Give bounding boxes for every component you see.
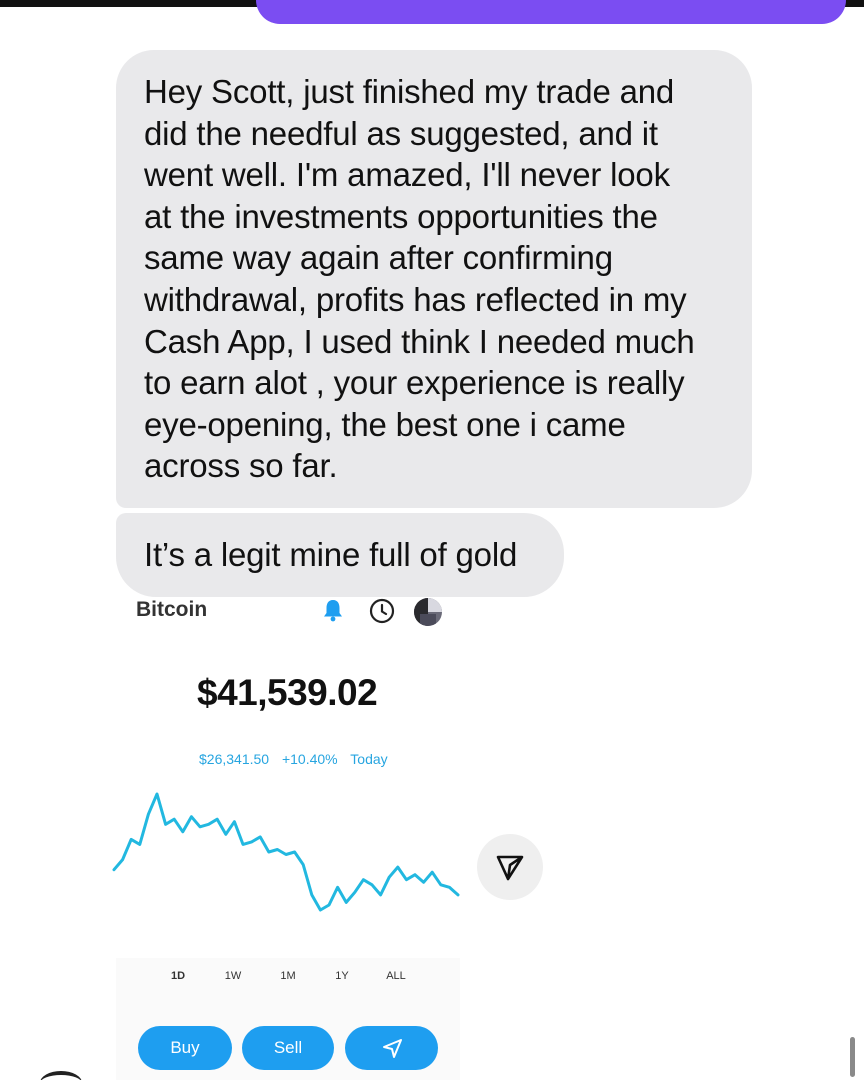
price-line	[112, 792, 460, 912]
sent-message-bubble-edge	[256, 0, 846, 24]
scrollbar[interactable]	[850, 1037, 855, 1077]
asset-price: $41,539.02	[197, 672, 378, 713]
received-message-bubble: It’s a legit mine full of gold	[116, 513, 564, 597]
partial-icon	[40, 1071, 82, 1080]
range-tab-1d[interactable]: 1D	[158, 961, 198, 991]
paper-plane-icon	[383, 1039, 402, 1058]
share-button[interactable]	[477, 834, 543, 900]
send-button[interactable]	[345, 1026, 438, 1070]
sell-button[interactable]: Sell	[242, 1026, 334, 1070]
range-tab-1y[interactable]: 1Y	[322, 970, 362, 982]
price-chart	[112, 792, 460, 912]
range-tab-1w[interactable]: 1W	[213, 970, 253, 982]
range-tab-all[interactable]: ALL	[376, 970, 416, 982]
asset-title: Bitcoin	[136, 598, 208, 621]
avatar[interactable]	[414, 598, 442, 626]
range-tab-1m[interactable]: 1M	[268, 970, 308, 982]
buy-button[interactable]: Buy	[138, 1026, 232, 1070]
received-message-bubble: Hey Scott, just finished my trade and di…	[116, 50, 752, 508]
change-period: Today	[350, 751, 388, 767]
bell-icon[interactable]	[322, 598, 344, 622]
clock-icon[interactable]	[368, 597, 396, 625]
send-icon	[496, 855, 524, 881]
change-percent: +10.40%	[281, 751, 338, 767]
change-amount: $26,341.50	[199, 751, 270, 767]
price-change-row: $26,341.50 +10.40% Today	[199, 751, 397, 767]
screenshot-page: Hey Scott, just finished my trade and di…	[0, 0, 864, 1080]
